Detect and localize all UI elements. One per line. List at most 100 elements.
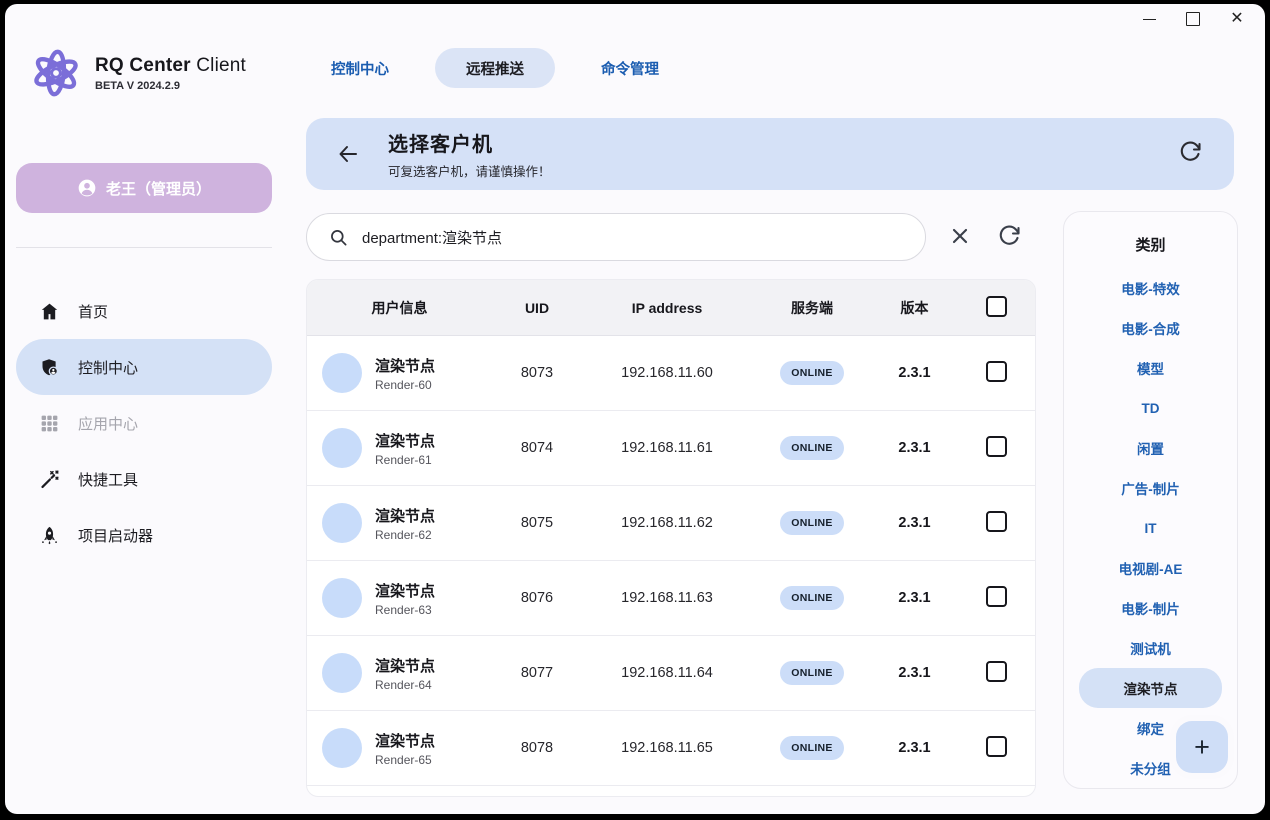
- sidebar-item-label: 项目启动器: [78, 525, 153, 546]
- category-panel-title: 类别: [1064, 234, 1237, 255]
- uid-cell: 8078: [492, 740, 582, 756]
- row-checkbox[interactable]: [986, 586, 1007, 607]
- sidebar-item-quick-tools[interactable]: 快捷工具: [16, 451, 272, 507]
- minimize-button[interactable]: [1127, 4, 1171, 34]
- category-item[interactable]: 渲染节点: [1079, 668, 1222, 708]
- app-version: BETA V 2024.2.9: [95, 80, 246, 92]
- ip-cell: 192.168.11.62: [582, 515, 752, 531]
- maximize-button[interactable]: [1171, 4, 1215, 34]
- uid-cell: 8076: [492, 590, 582, 606]
- checkbox-cell: [957, 511, 1035, 536]
- uid-cell: 8077: [492, 665, 582, 681]
- user-badge[interactable]: 老王（管理员）: [16, 163, 272, 213]
- column-header-checkbox: [957, 296, 1035, 320]
- home-icon: [38, 300, 60, 322]
- category-item[interactable]: IT: [1079, 508, 1222, 548]
- checkbox-cell: [957, 586, 1035, 611]
- client-avatar: [322, 578, 362, 618]
- client-table: 用户信息UIDIP address服务端版本 渲染节点Render-608073…: [306, 279, 1036, 797]
- row-checkbox[interactable]: [986, 736, 1007, 757]
- table-row[interactable]: 渲染节点Render-628075192.168.11.62ONLINE2.3.…: [307, 486, 1035, 561]
- rocket-icon: [38, 524, 60, 546]
- shield-user-icon: [38, 356, 60, 378]
- row-checkbox[interactable]: [986, 661, 1007, 682]
- client-hostname: Render-60: [375, 378, 435, 392]
- sidebar-item-control-center[interactable]: 控制中心: [16, 339, 272, 395]
- sidebar-item-label: 控制中心: [78, 357, 138, 378]
- client-name: 渲染节点: [375, 730, 435, 751]
- client-name: 渲染节点: [375, 505, 435, 526]
- page-title: 选择客户机: [388, 128, 551, 157]
- category-item[interactable]: 测试机: [1079, 628, 1222, 668]
- sidebar-item-label: 首页: [78, 301, 108, 322]
- sidebar-item-app-center: 应用中心: [16, 395, 272, 451]
- clear-search-button[interactable]: [948, 224, 974, 250]
- client-avatar: [322, 428, 362, 468]
- client-avatar: [322, 353, 362, 393]
- row-checkbox[interactable]: [986, 511, 1007, 532]
- tab-command-manage[interactable]: 命令管理: [593, 58, 667, 79]
- category-item[interactable]: 广告-制片: [1079, 468, 1222, 508]
- checkbox-cell: [957, 361, 1035, 386]
- row-checkbox[interactable]: [986, 361, 1007, 382]
- header-refresh-button[interactable]: [1178, 140, 1204, 166]
- tab-remote-push[interactable]: 远程推送: [435, 48, 555, 88]
- sidebar-item-label: 快捷工具: [78, 469, 138, 490]
- category-item[interactable]: 电视剧-AE: [1079, 548, 1222, 588]
- column-header: 用户信息: [307, 298, 492, 318]
- ip-cell: 192.168.11.65: [582, 740, 752, 756]
- category-item[interactable]: TD: [1079, 388, 1222, 428]
- atom-logo-icon: [27, 44, 85, 102]
- back-arrow-icon: [336, 142, 360, 166]
- search-input[interactable]: [360, 228, 925, 247]
- version-cell: 2.3.1: [872, 365, 957, 381]
- table-row[interactable]: 渲染节点Render-648077192.168.11.64ONLINE2.3.…: [307, 636, 1035, 711]
- search-refresh-button[interactable]: [997, 224, 1023, 250]
- status-badge: ONLINE: [780, 511, 843, 535]
- category-item[interactable]: 闲置: [1079, 428, 1222, 468]
- back-button[interactable]: [334, 140, 362, 168]
- client-avatar: [322, 653, 362, 693]
- column-header: UID: [492, 300, 582, 316]
- status-badge: ONLINE: [780, 661, 843, 685]
- version-cell: 2.3.1: [872, 515, 957, 531]
- select-all-checkbox[interactable]: [986, 296, 1007, 317]
- version-cell: 2.3.1: [872, 440, 957, 456]
- category-item[interactable]: 电影-特效: [1079, 268, 1222, 308]
- table-row[interactable]: 渲染节点Render-618074192.168.11.61ONLINE2.3.…: [307, 411, 1035, 486]
- table-row[interactable]: 渲染节点Render-638076192.168.11.63ONLINE2.3.…: [307, 561, 1035, 636]
- refresh-icon: [1178, 140, 1202, 164]
- add-category-button[interactable]: +: [1176, 721, 1228, 773]
- category-item[interactable]: 电影-合成: [1079, 308, 1222, 348]
- sidebar-item-home[interactable]: 首页: [16, 283, 272, 339]
- status-cell: ONLINE: [752, 361, 872, 385]
- status-badge: ONLINE: [780, 586, 843, 610]
- sidebar-nav: 首页控制中心应用中心快捷工具项目启动器: [16, 283, 272, 563]
- close-button[interactable]: ✕: [1215, 4, 1259, 34]
- version-cell: 2.3.1: [872, 590, 957, 606]
- category-item[interactable]: 电影-制片: [1079, 588, 1222, 628]
- status-badge: ONLINE: [780, 361, 843, 385]
- sidebar-item-project-launcher[interactable]: 项目启动器: [16, 507, 272, 563]
- tab-control-center[interactable]: 控制中心: [323, 58, 397, 79]
- row-checkbox[interactable]: [986, 436, 1007, 457]
- table-row[interactable]: 渲染节点Render-608073192.168.11.60ONLINE2.3.…: [307, 336, 1035, 411]
- table-row[interactable]: 渲染节点Render-658078192.168.11.65ONLINE2.3.…: [307, 711, 1035, 786]
- window-controls: ✕: [1127, 4, 1259, 34]
- client-name: 渲染节点: [375, 430, 435, 451]
- client-hostname: Render-63: [375, 603, 435, 617]
- search-icon: [329, 228, 348, 247]
- clear-x-icon: [948, 224, 972, 248]
- refresh-icon: [997, 224, 1021, 248]
- sidebar-item-label: 应用中心: [78, 413, 138, 434]
- category-list: 电影-特效电影-合成模型TD闲置广告-制片IT电视剧-AE电影-制片测试机渲染节…: [1064, 268, 1237, 788]
- version-cell: 2.3.1: [872, 665, 957, 681]
- page-header: 选择客户机 可复选客户机，请谨慎操作！: [306, 118, 1234, 190]
- category-item[interactable]: 模型: [1079, 348, 1222, 388]
- ip-cell: 192.168.11.64: [582, 665, 752, 681]
- client-name: 渲染节点: [375, 355, 435, 376]
- sidebar-divider: [16, 247, 272, 248]
- checkbox-cell: [957, 661, 1035, 686]
- maximize-icon: [1186, 12, 1200, 26]
- uid-cell: 8074: [492, 440, 582, 456]
